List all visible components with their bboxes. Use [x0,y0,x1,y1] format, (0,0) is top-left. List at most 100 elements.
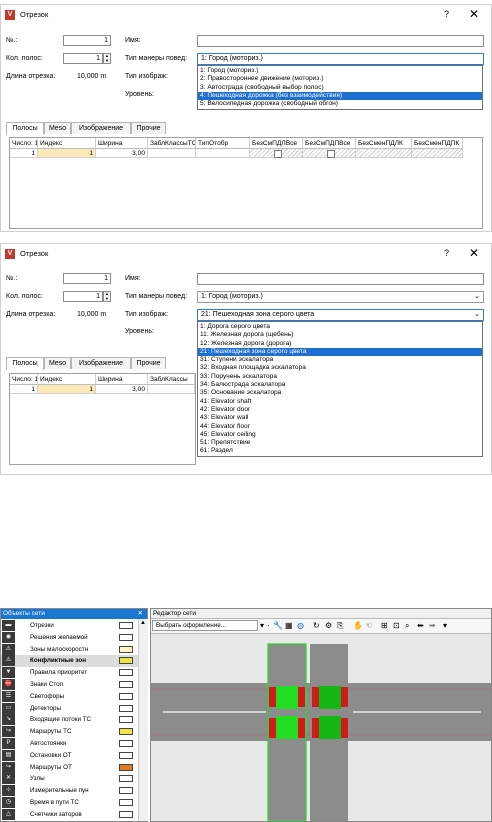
lanes-spinner[interactable]: ▲ ▼ [103,291,111,302]
column-header[interactable]: БезСмПДЛВсе [250,138,303,149]
network-object-row[interactable]: △ Счетчики заторов [1,808,147,820]
chevron-down-icon[interactable]: ▾ [260,620,264,632]
tab-other[interactable]: Прочие [131,357,166,369]
style-select[interactable]: Выбрать оформление... [152,620,258,631]
display-type-option[interactable]: 31: Ступени эскалатора [198,356,482,364]
pan-hand-icon[interactable]: ✋ [353,620,363,632]
tab-display[interactable]: Изображение [71,122,131,134]
copy-icon[interactable]: ⎘ [337,620,343,632]
conflict-area-red[interactable] [298,687,305,707]
network-object-row[interactable]: ▼ Правила приоритет [1,667,147,679]
color-swatch[interactable] [119,763,133,771]
color-swatch[interactable] [119,633,133,641]
tab-display[interactable]: Изображение [71,357,131,369]
behavior-option[interactable]: 4: Пешеходная дорожка (без взаимодействи… [198,91,482,101]
network-object-row[interactable]: ◉ Решения желаемой [1,631,147,643]
column-header[interactable]: БезСменПДЛК [356,138,412,149]
column-header[interactable]: БезСменПДПК [412,138,463,149]
color-swatch[interactable] [119,704,133,712]
conflict-area-red[interactable] [312,687,319,707]
network-object-row[interactable]: ✕ Узлы [1,773,147,785]
no-field[interactable]: 1 [63,273,111,284]
rotate-icon[interactable]: ↻ [313,620,320,632]
color-swatch[interactable] [119,751,133,759]
column-header[interactable]: Число: 1 [10,374,38,385]
zoom-icon[interactable]: ⌕ [405,620,409,632]
network-object-row[interactable]: ⚠ Зоны малоскоростн [1,643,147,655]
checkbox[interactable] [326,150,335,158]
color-swatch[interactable] [119,799,133,806]
more-icon[interactable]: ▾ [443,620,447,632]
checkbox[interactable] [273,150,282,158]
color-swatch[interactable] [119,657,133,665]
display-type-select[interactable]: 21: Пешеходная зона серого цвета ⌄ [197,309,484,321]
network-object-row[interactable]: ▤ Остановки ОТ [1,749,147,761]
display-type-option[interactable]: 44: Elevator floor [198,423,482,431]
network-object-row[interactable]: ↘ Входящие потоки ТС [1,714,147,726]
grid-cell[interactable]: 3,00 [96,385,148,394]
network-canvas[interactable] [151,634,491,821]
grid-cell[interactable] [148,385,195,394]
network-object-row[interactable]: ◷ Время в пути ТС [1,797,147,808]
network-object-row[interactable]: ▬ Отрезки [1,620,147,631]
network-object-row[interactable]: ☰ Светофоры [1,690,147,702]
display-type-option[interactable]: 61: Раздел [198,447,482,455]
conflict-area-green[interactable] [319,686,341,709]
display-type-option[interactable]: 42: Elevator door [198,406,482,414]
wrench-icon[interactable]: 🔧 [273,620,283,632]
column-header[interactable]: БезСмПДПВсе [303,138,356,149]
tab-meso[interactable]: Meso [44,357,71,369]
display-type-option[interactable]: 33: Поручень эскалатора [198,373,482,381]
color-swatch[interactable] [119,645,133,653]
column-header[interactable]: ТипОтобр [196,138,250,149]
conflict-area-red[interactable] [312,718,319,738]
lanes-field[interactable]: 1 [63,53,103,64]
grid-cell[interactable] [356,149,412,158]
display-type-option[interactable]: 11: Железная дорога (щебень) [198,331,482,339]
conflict-area-red[interactable] [341,687,348,707]
conflict-area-red[interactable] [269,687,276,707]
display-type-option[interactable]: 1: Дорога серого цвета [198,323,482,331]
behavior-option[interactable]: 5: Велосипедная дорожка (свободный обгон… [198,100,482,108]
select-hand-icon[interactable]: ☜ [365,620,372,632]
behavior-option[interactable]: 3: Автострада (свободный выбор полос) [198,84,482,92]
color-swatch[interactable] [119,669,133,677]
grid-cell[interactable]: 3,00 [96,149,148,158]
conflict-area-red[interactable] [269,718,276,738]
color-swatch[interactable] [119,810,133,818]
tab-lanes[interactable]: Полосы [6,122,44,135]
tab-meso[interactable]: Meso [44,122,71,134]
display-type-option[interactable]: 12: Железная дорога (дорога) [198,340,482,348]
color-swatch[interactable] [119,740,133,747]
name-field[interactable] [197,35,484,47]
behavior-select[interactable]: 1: Город (моториз.) [197,53,484,65]
color-swatch[interactable] [119,622,133,629]
network-object-row[interactable]: ↪ Маршруты ОТ [1,761,147,773]
grid-cell[interactable] [412,149,463,158]
conflict-area-green[interactable] [276,686,298,709]
display-type-option[interactable]: 35: Основание эскалатора [198,389,482,397]
display-type-option[interactable]: 51: Препятствие [198,439,482,447]
close-button[interactable]: ✕ [469,246,479,260]
behavior-select[interactable]: 1: Город (моториз.) ⌄ [197,291,484,303]
color-swatch[interactable] [119,692,133,700]
behavior-option[interactable]: 1: Город (моториз.) [198,67,482,75]
settings-icon[interactable]: ⚙ [325,620,332,632]
tab-lanes[interactable]: Полосы [6,357,44,370]
grid-icon[interactable]: ▦ [285,620,293,632]
column-header[interactable]: ЗаблКлассыТС [148,138,196,149]
zoom-box-icon[interactable]: ⊞ [381,620,388,632]
close-icon[interactable]: ✕ [138,609,143,619]
column-header[interactable]: Индекс [38,374,96,385]
lanes-spinner[interactable]: ▲ ▼ [103,53,111,64]
grid-cell[interactable]: 1 [38,385,96,394]
help-button[interactable]: ? [444,248,449,258]
network-object-row[interactable]: ⛔ Знаки Стоп [1,679,147,690]
display-type-option[interactable]: 21: Пешеходная зона серого цвета [198,347,482,357]
grid-cell[interactable]: 1 [10,149,38,158]
name-field[interactable] [197,273,484,285]
display-type-option[interactable]: 41: Elevator shaft [198,398,482,406]
column-header[interactable]: Индекс [38,138,96,149]
scroll-up-icon[interactable]: ▲ [140,620,146,626]
tab-other[interactable]: Прочие [131,122,166,134]
